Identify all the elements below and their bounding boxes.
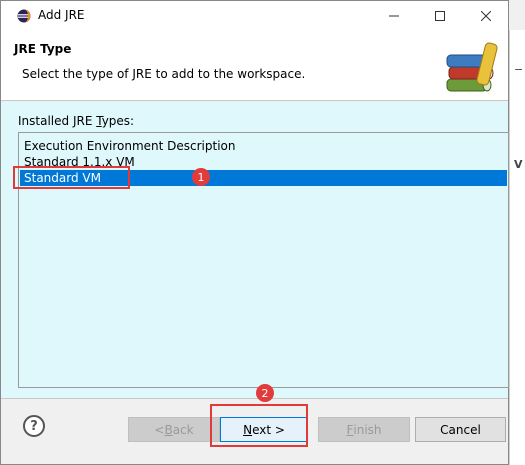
annotation-badge-1: 1 xyxy=(192,168,210,186)
page-description: Select the type of JRE to add to the wor… xyxy=(22,67,306,81)
finish-button[interactable]: Finish xyxy=(318,417,410,442)
minimize-icon xyxy=(389,15,399,17)
list-item-standard-1-1-x-vm[interactable]: Standard 1.1.x VM xyxy=(20,154,507,170)
add-jre-dialog: Add JRE JRE Type Select the type of JRE … xyxy=(0,0,509,465)
installed-jre-types-label: Installed JRE Types: xyxy=(18,114,135,128)
cancel-button[interactable]: Cancel xyxy=(415,417,506,442)
close-icon xyxy=(481,11,491,21)
maximize-icon xyxy=(435,11,445,21)
close-button[interactable] xyxy=(463,1,509,31)
background-ide-panel: − V xyxy=(509,30,525,465)
window-title: Add JRE xyxy=(38,8,85,22)
list-item-standard-vm[interactable]: Standard VM xyxy=(20,170,507,186)
jre-types-list[interactable]: Execution Environment Description Standa… xyxy=(18,132,509,388)
books-icon xyxy=(446,42,498,92)
back-button[interactable]: < Back xyxy=(128,417,220,442)
title-bar: Add JRE xyxy=(1,1,508,31)
page-title: JRE Type xyxy=(14,42,72,56)
background-glyph: V xyxy=(514,158,523,171)
wizard-content: Installed JRE Types: Execution Environme… xyxy=(1,102,509,398)
wizard-header: JRE Type Select the type of JRE to add t… xyxy=(1,31,508,101)
background-arrow-icon: − xyxy=(514,63,524,76)
button-bar-separator xyxy=(1,398,508,399)
help-icon: ? xyxy=(30,418,38,434)
list-item-execution-environment-description[interactable]: Execution Environment Description xyxy=(20,138,507,154)
annotation-badge-2: 2 xyxy=(256,384,274,402)
next-button[interactable]: Next > xyxy=(220,417,308,442)
eclipse-icon xyxy=(17,9,31,23)
maximize-button[interactable] xyxy=(417,1,463,31)
minimize-button[interactable] xyxy=(371,1,417,31)
help-button[interactable]: ? xyxy=(23,415,45,437)
